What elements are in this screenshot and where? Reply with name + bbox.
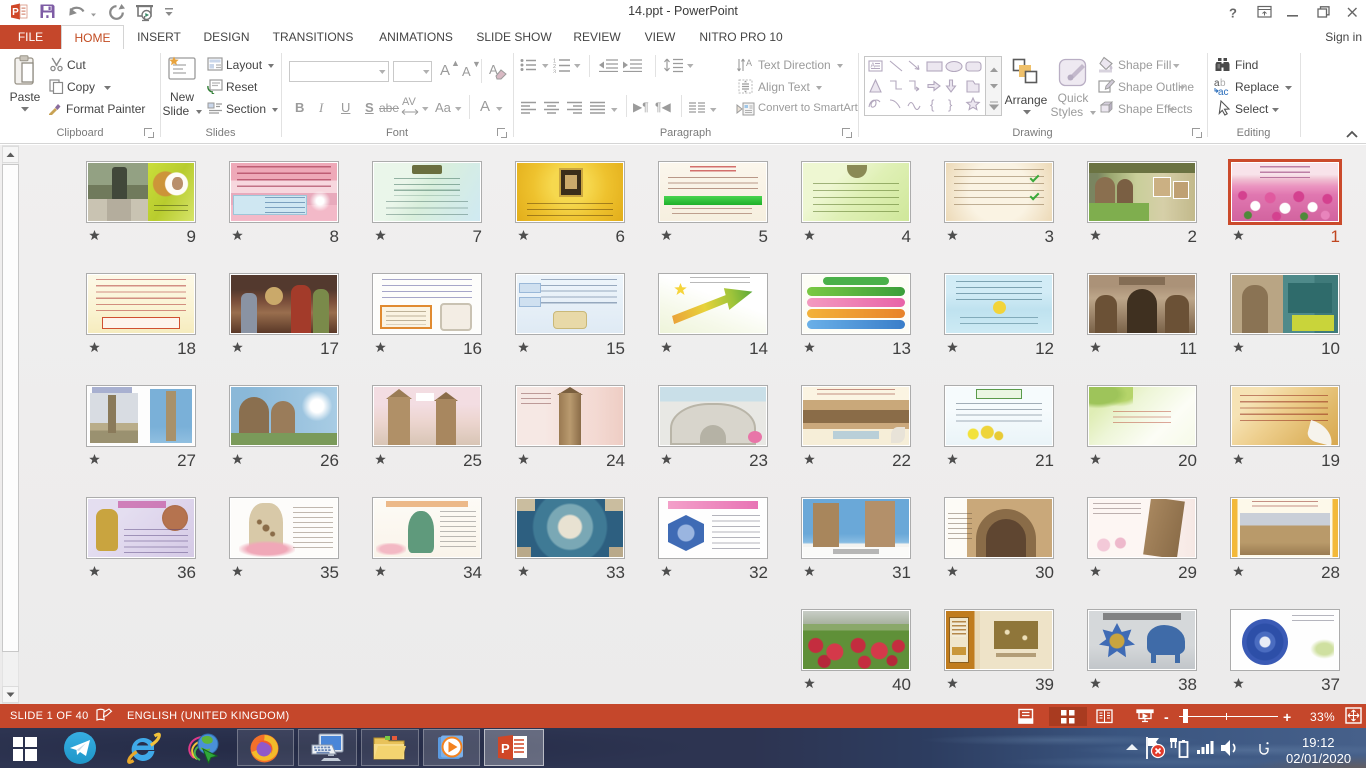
svg-text:P: P xyxy=(501,741,510,756)
svg-text:P: P xyxy=(12,7,19,18)
svg-text:A: A xyxy=(746,58,752,68)
svg-text:}: } xyxy=(948,97,953,112)
svg-text:3: 3 xyxy=(553,70,556,74)
svg-text:A: A xyxy=(871,63,876,70)
svg-text:?: ? xyxy=(1229,6,1237,21)
svg-text:ac: ac xyxy=(1218,87,1229,96)
svg-text:{: { xyxy=(930,97,935,112)
